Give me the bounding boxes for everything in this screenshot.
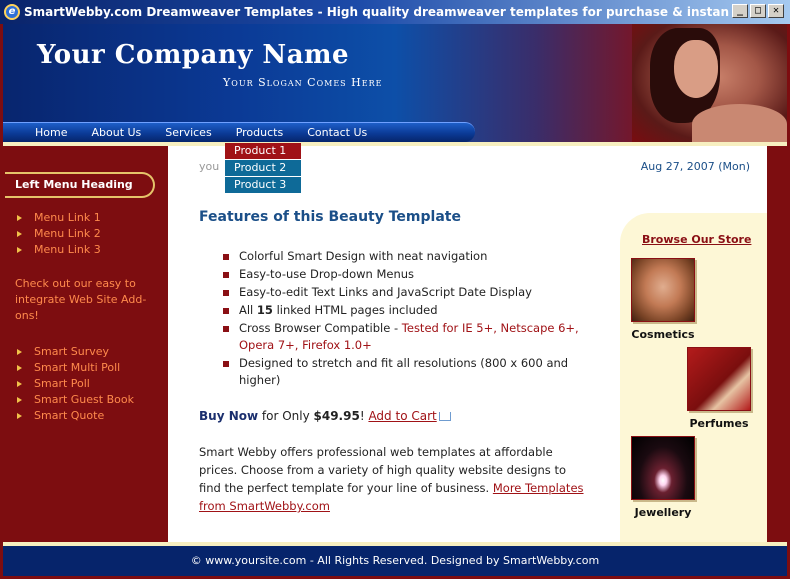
price: $49.95 <box>313 409 360 423</box>
square-bullet-icon <box>223 272 229 278</box>
jewellery-image[interactable] <box>631 436 695 500</box>
site-footer: © www.yoursite.com - All Rights Reserved… <box>3 546 787 576</box>
square-bullet-icon <box>223 290 229 296</box>
arrow-bullet-icon <box>17 215 22 221</box>
arrow-bullet-icon <box>17 247 22 253</box>
slogan-text: Your Slogan Comes Here <box>223 76 383 89</box>
cosmetics-image[interactable] <box>631 258 695 322</box>
product-jewellery[interactable]: Jewellery <box>631 436 695 519</box>
addon-link-label: Smart Guest Book <box>34 393 134 406</box>
window-title: SmartWebby.com Dreamweaver Templates - H… <box>24 5 744 19</box>
addon-links: Smart Survey Smart Multi Poll Smart Poll… <box>17 344 134 424</box>
left-menu-heading: Left Menu Heading <box>5 172 155 198</box>
square-bullet-icon <box>223 361 229 367</box>
feature-item: Colorful Smart Design with neat navigati… <box>223 248 593 265</box>
browse-store-link[interactable]: Browse Our Store <box>642 233 751 246</box>
products-dropdown-menu: Product 1 Product 2 Product 3 <box>225 143 301 194</box>
portrait-shoulder <box>692 104 787 142</box>
internet-explorer-icon: e <box>4 4 20 20</box>
addon-link-smart-quote[interactable]: Smart Quote <box>17 408 134 424</box>
close-button[interactable]: ✕ <box>768 4 784 18</box>
feature-text: Easy-to-use Drop-down Menus <box>239 267 415 281</box>
addon-link-label: Smart Multi Poll <box>34 361 121 374</box>
feature-item: Easy-to-edit Text Links and JavaScript D… <box>223 284 593 301</box>
addon-link-smart-guest-book[interactable]: Smart Guest Book <box>17 392 134 408</box>
menu-link-3[interactable]: Menu Link 3 <box>17 242 101 258</box>
product-label[interactable]: Cosmetics <box>631 328 695 341</box>
menu-link-label: Menu Link 1 <box>34 211 101 224</box>
feature-text-pre: Cross Browser Compatible - <box>239 321 402 335</box>
product-label[interactable]: Jewellery <box>631 506 695 519</box>
arrow-bullet-icon <box>17 397 22 403</box>
dropdown-product-3[interactable]: Product 3 <box>225 177 301 194</box>
arrow-bullet-icon <box>17 231 22 237</box>
header-portrait-image <box>632 24 787 142</box>
menu-link-1[interactable]: Menu Link 1 <box>17 210 101 226</box>
addon-link-label: Smart Survey <box>34 345 110 358</box>
right-border-strip <box>767 146 787 546</box>
site-header: Your Company Name Your Slogan Comes Here… <box>3 24 787 142</box>
arrow-bullet-icon <box>17 381 22 387</box>
arrow-bullet-icon <box>17 349 22 355</box>
feature-text: Designed to stretch and fit all resoluti… <box>239 356 569 387</box>
page-title: Features of this Beauty Template <box>199 209 461 225</box>
date-display: Aug 27, 2007 (Mon) <box>640 160 750 173</box>
feature-list: Colorful Smart Design with neat navigati… <box>223 248 593 390</box>
feature-item: Designed to stretch and fit all resoluti… <box>223 355 593 389</box>
product-label[interactable]: Perfumes <box>687 417 751 430</box>
dropdown-product-1[interactable]: Product 1 <box>225 143 301 160</box>
main-content: you me Aug 27, 2007 (Mon) Features of th… <box>168 146 767 546</box>
add-to-cart-link[interactable]: Add to Cart <box>368 409 436 423</box>
left-sidebar: Left Menu Heading Menu Link 1 Menu Link … <box>5 146 168 546</box>
feature-item: Easy-to-use Drop-down Menus <box>223 266 593 283</box>
nav-services[interactable]: Services <box>165 126 211 139</box>
nav-products[interactable]: Products <box>236 126 284 139</box>
feature-item: Cross Browser Compatible - Tested for IE… <box>223 320 593 354</box>
product-perfumes[interactable]: Perfumes <box>687 347 751 430</box>
maximize-button[interactable]: □ <box>750 4 766 18</box>
dropdown-product-2[interactable]: Product 2 <box>225 160 301 177</box>
menu-link-label: Menu Link 2 <box>34 227 101 240</box>
nav-contact-us[interactable]: Contact Us <box>307 126 367 139</box>
addons-promo-text[interactable]: Check out our easy to integrate Web Site… <box>15 276 160 324</box>
feature-text-post: linked HTML pages included <box>272 303 438 317</box>
intro-paragraph: Smart Webby offers professional web temp… <box>199 443 589 515</box>
company-name[interactable]: Your Company Name <box>37 40 349 70</box>
product-cosmetics[interactable]: Cosmetics <box>631 258 695 341</box>
nav-home[interactable]: Home <box>35 126 67 139</box>
feature-text: Easy-to-edit Text Links and JavaScript D… <box>239 285 532 299</box>
web-page: Your Company Name Your Slogan Comes Here… <box>0 24 790 579</box>
addon-link-smart-poll[interactable]: Smart Poll <box>17 376 134 392</box>
for-only-text: for Only <box>258 409 314 423</box>
feature-text: Colorful Smart Design with neat navigati… <box>239 249 488 263</box>
square-bullet-icon <box>223 308 229 314</box>
addon-link-smart-survey[interactable]: Smart Survey <box>17 344 134 360</box>
minimize-button[interactable]: _ <box>732 4 748 18</box>
feature-text-pre: All <box>239 303 257 317</box>
square-bullet-icon <box>223 254 229 260</box>
menu-link-2[interactable]: Menu Link 2 <box>17 226 101 242</box>
feature-item: All 15 linked HTML pages included <box>223 302 593 319</box>
main-navigation: Home About Us Services Products Contact … <box>3 122 475 142</box>
addon-link-label: Smart Poll <box>34 377 90 390</box>
page-count: 15 <box>256 303 273 317</box>
menu-link-label: Menu Link 3 <box>34 243 101 256</box>
window-title-bar[interactable]: e SmartWebby.com Dreamweaver Templates -… <box>0 0 790 24</box>
window-controls: _ □ ✕ <box>732 4 784 18</box>
slogan: Your Slogan Comes Here <box>223 76 382 89</box>
nav-about-us[interactable]: About Us <box>91 126 141 139</box>
addon-link-smart-multi-poll[interactable]: Smart Multi Poll <box>17 360 134 376</box>
arrow-bullet-icon <box>17 365 22 371</box>
portrait-face <box>674 40 718 98</box>
buy-now-line: Buy Now for Only $49.95! Add to Cart <box>199 409 451 423</box>
addon-link-label: Smart Quote <box>34 409 105 422</box>
left-menu-links: Menu Link 1 Menu Link 2 Menu Link 3 <box>17 210 101 258</box>
perfumes-image[interactable] <box>687 347 751 411</box>
square-bullet-icon <box>223 326 229 332</box>
shopping-cart-icon[interactable] <box>438 412 451 421</box>
store-panel: Browse Our Store Cosmetics Perfumes Jewe… <box>620 213 767 546</box>
arrow-bullet-icon <box>17 413 22 419</box>
buy-now-label: Buy Now <box>199 409 259 423</box>
